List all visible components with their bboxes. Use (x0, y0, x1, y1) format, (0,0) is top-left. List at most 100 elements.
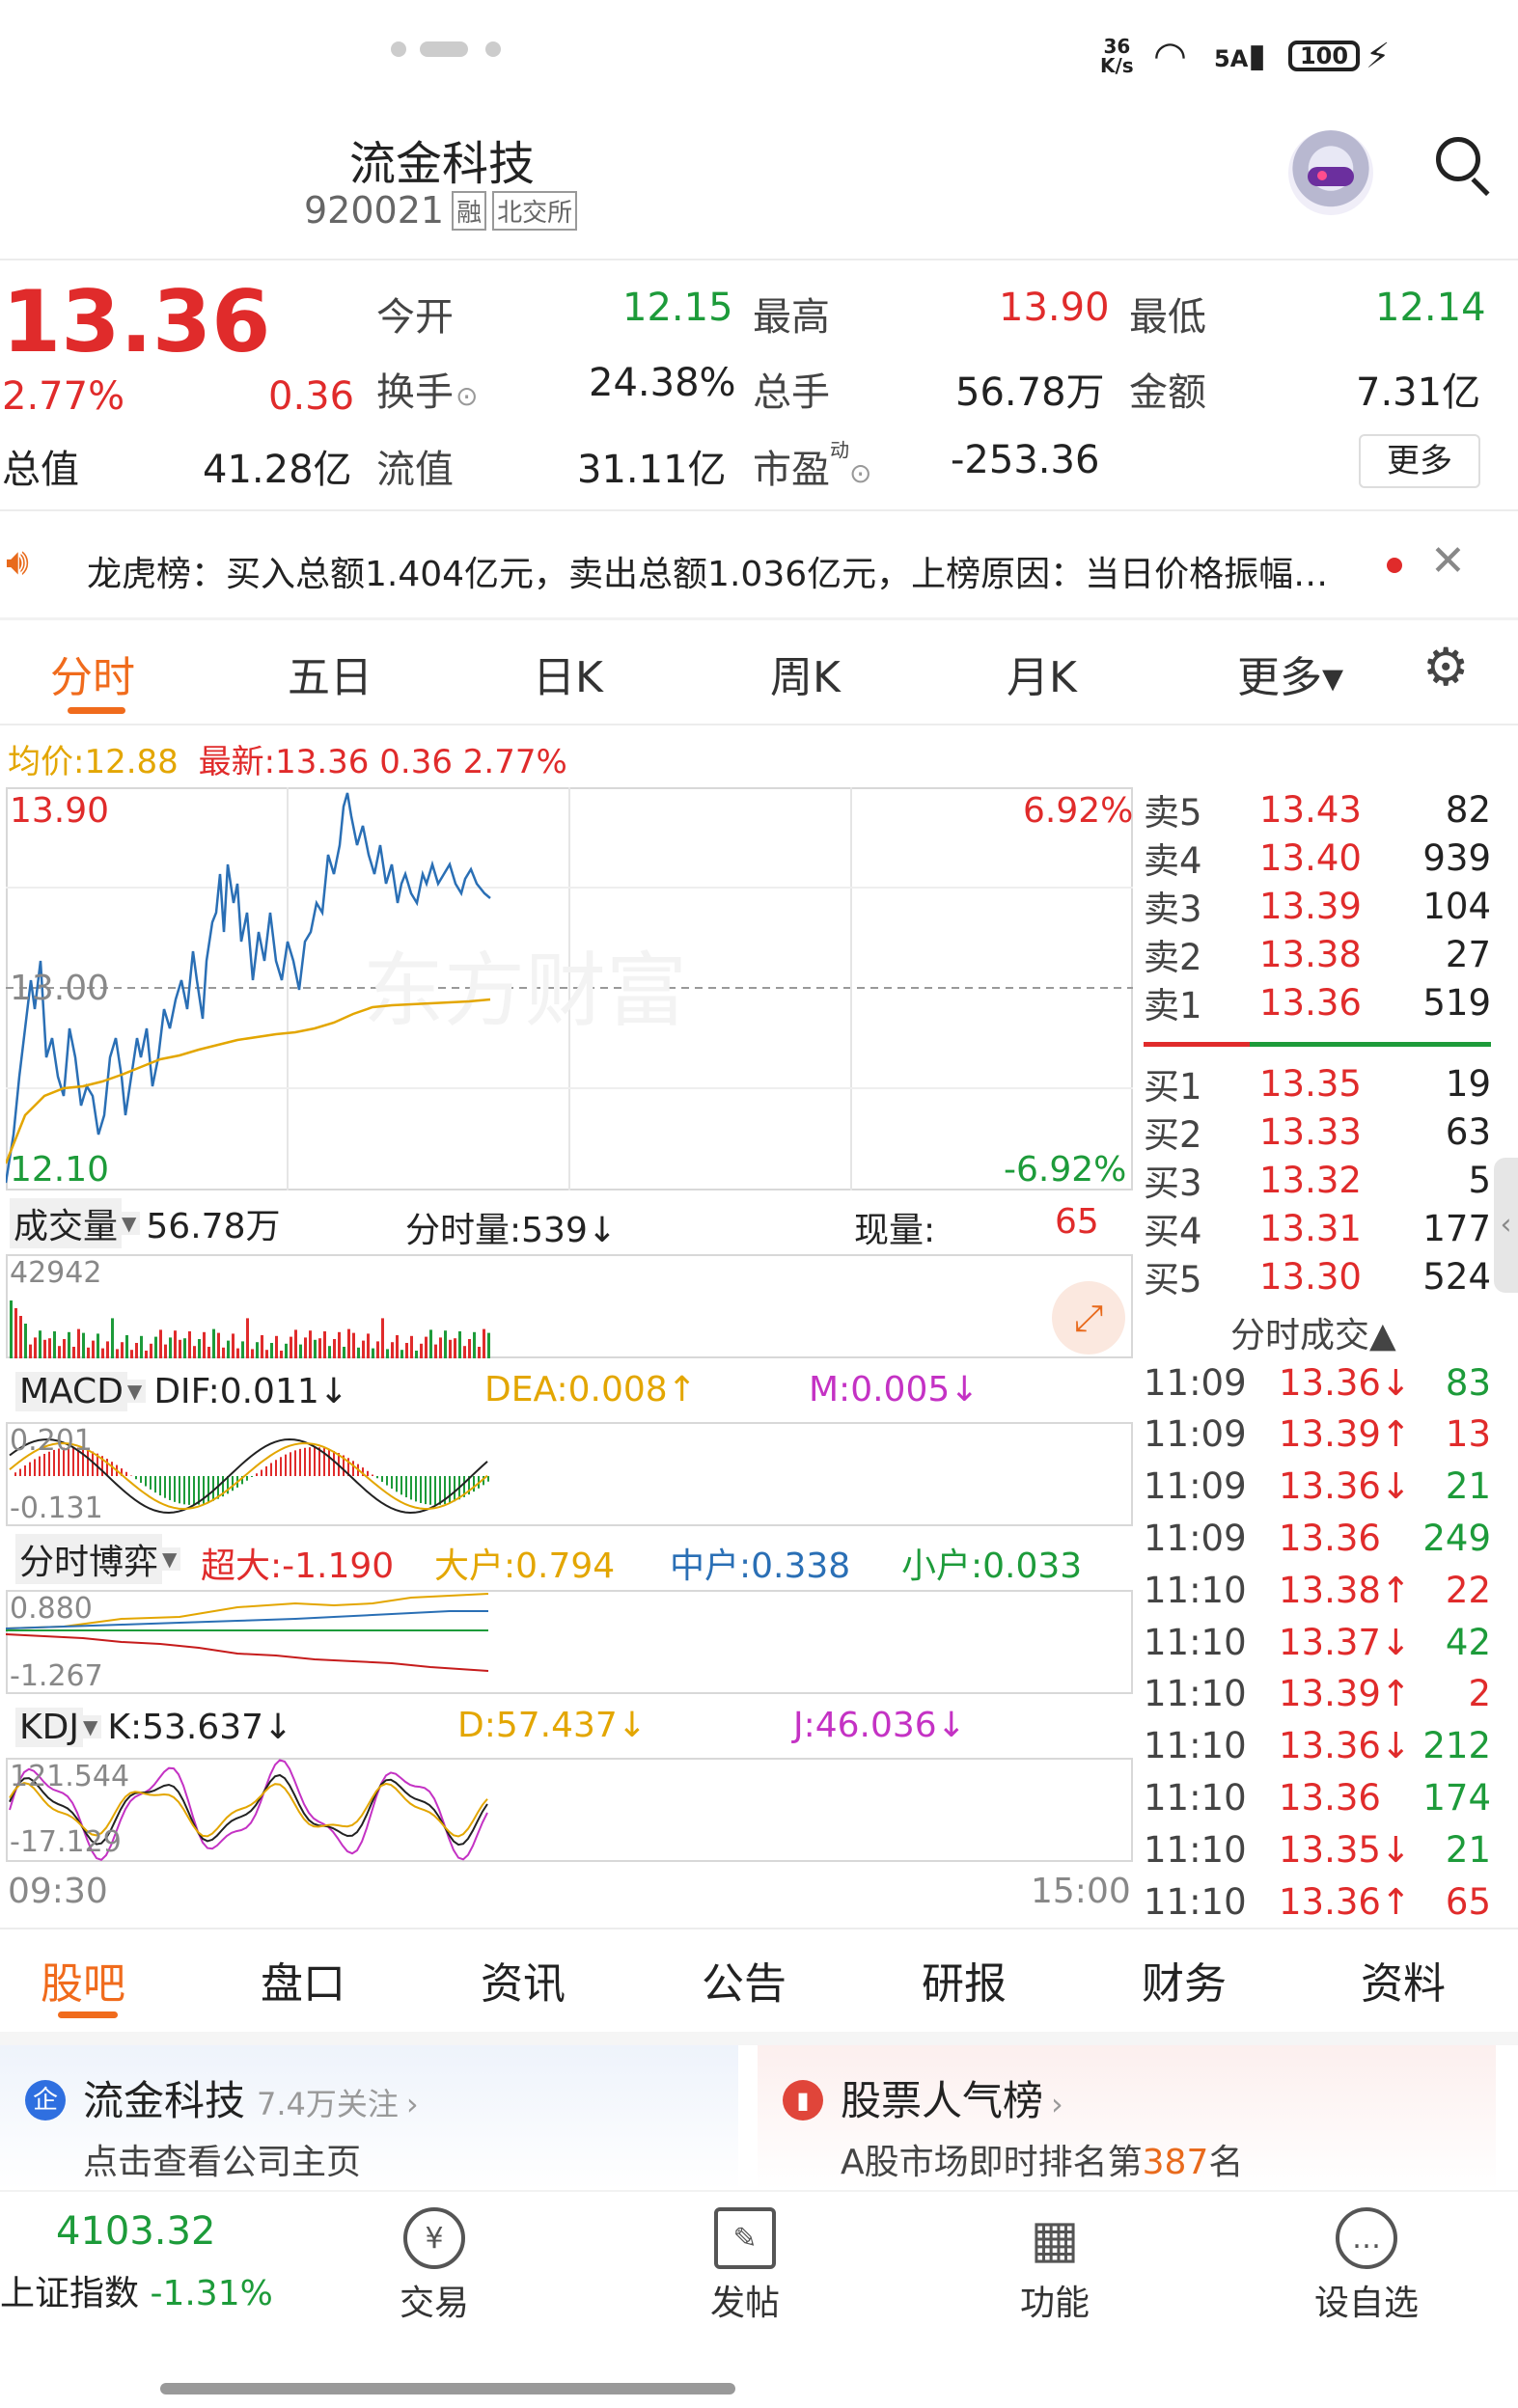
macd-bar (111, 1462, 113, 1476)
status-bar: 36 K/s ◠ 5A▮ 100 ⚡ (0, 0, 1518, 106)
bid-level-price: 13.33 (1259, 1110, 1362, 1153)
index-value[interactable]: 4103.32 (56, 2209, 215, 2254)
nav-trade[interactable]: ¥ 交易 (338, 2207, 531, 2325)
volume-bar (386, 1349, 389, 1358)
macd-bar (174, 1476, 176, 1502)
bid-level-row[interactable]: 买3 13.32 5 (1144, 1156, 1491, 1205)
volume-bar (405, 1343, 408, 1358)
now-volume-value: 65 (1055, 1202, 1099, 1242)
fund-flow-selector[interactable]: 分时博弈 ▼ (15, 1534, 181, 1584)
tab-weekly-k[interactable]: 周K (770, 643, 841, 704)
volume-bar (217, 1332, 220, 1358)
trades-list: 11:09 13.36↓ 83 11:09 13.39↑ 13 11:09 13.36↓ 21 1… (1144, 1356, 1491, 1926)
tab-daily-k[interactable]: 日K (533, 643, 603, 704)
macd-selector[interactable]: MACD ▼ DIF:0.011↓ (15, 1370, 348, 1412)
open-value: 12.15 (622, 286, 733, 330)
side-collapse-handle[interactable]: ‹ (1494, 1158, 1518, 1293)
ask-level-row[interactable]: 卖1 13.36 519 (1144, 978, 1491, 1027)
trade-row: 11:10 13.36↑ 65 (1144, 1875, 1491, 1928)
tab-news[interactable]: 资讯 (481, 1949, 566, 2011)
nav-post[interactable]: ✎ 发帖 (649, 2207, 842, 2325)
bid-level-row[interactable]: 买1 13.35 19 (1144, 1059, 1491, 1108)
tab-profile[interactable]: 资料 (1361, 1949, 1446, 2011)
volume-bar (410, 1335, 413, 1358)
ask-level-row[interactable]: 卖5 13.43 82 (1144, 785, 1491, 835)
volume-bar (77, 1328, 80, 1358)
notice-text[interactable]: 龙虎榜：买入总额1.404亿元，卖出总额1.036亿元，上榜原因：当日价格振幅… (87, 546, 1328, 596)
flow-top-label: 0.880 (10, 1592, 93, 1626)
info-icon[interactable]: ⊙ (849, 457, 871, 489)
volume-bar (381, 1318, 384, 1358)
ask-level-row[interactable]: 卖4 13.40 939 (1144, 834, 1491, 883)
volume-bar (396, 1335, 399, 1358)
kdj-selector[interactable]: KDJ ▼ K:53.637↓ (15, 1706, 292, 1748)
settings-icon[interactable]: ⚙ (1422, 637, 1469, 698)
volume-selector[interactable]: 成交量 ▼ 56.78万 (10, 1198, 280, 1248)
margin-badge: 融 (452, 190, 487, 231)
close-icon[interactable]: ✕ (1430, 536, 1466, 586)
ask-level-volume: 27 (1445, 933, 1491, 975)
volume-bar (236, 1348, 239, 1358)
bid-level-row[interactable]: 买5 13.30 524 (1144, 1252, 1491, 1301)
order-book-divider (1144, 1042, 1491, 1047)
tab-monthly-k[interactable]: 月K (1007, 643, 1077, 704)
flow-super: 超大:-1.190 (201, 1546, 395, 1586)
volume-bar (449, 1339, 452, 1358)
volume-bar (68, 1331, 70, 1358)
kdj-top-label: 121.544 (10, 1760, 130, 1793)
macd-bar (275, 1460, 277, 1476)
ask-level-row[interactable]: 卖2 13.38 27 (1144, 930, 1491, 979)
tab-intraday[interactable]: 分时 (50, 643, 135, 704)
info-icon[interactable]: ⊙ (455, 380, 478, 412)
expand-icon[interactable]: ⤢ (1052, 1281, 1125, 1354)
ask-level-row[interactable]: 卖3 13.39 104 (1144, 882, 1491, 931)
tab-finance[interactable]: 财务 (1142, 1949, 1227, 2011)
order-book[interactable]: 卖5 13.43 82 卖4 13.40 939 卖3 13.39 104 卖2 13.38 27 卖1… (1144, 785, 1491, 1301)
tab-more[interactable]: 更多▾ (1237, 643, 1343, 704)
macd-bar (400, 1476, 402, 1495)
pe-label[interactable]: 市盈动⊙ (753, 426, 871, 492)
bid-level-row[interactable]: 买2 13.33 63 (1144, 1108, 1491, 1157)
volume-bar (468, 1339, 471, 1358)
volume-bar (376, 1341, 379, 1358)
tab-announcements[interactable]: 公告 (702, 1949, 787, 2011)
tab-pankou[interactable]: 盘口 (261, 1949, 345, 2011)
yen-icon: ¥ (403, 2207, 465, 2269)
volume-bar (285, 1343, 288, 1358)
macd-bar (420, 1476, 422, 1503)
macd-bar (169, 1476, 171, 1500)
volume-bar (347, 1328, 350, 1358)
turnover-label[interactable]: 换手⊙ (376, 361, 478, 417)
tab-five-day[interactable]: 五日 (288, 643, 373, 704)
more-button[interactable]: 更多 (1359, 434, 1480, 488)
macd-bar (396, 1476, 398, 1492)
index-line[interactable]: 上证指数 -1.31% (0, 2265, 273, 2315)
nav-functions[interactable]: ▦ 功能 (958, 2207, 1151, 2325)
tab-research[interactable]: 研报 (922, 1949, 1007, 2011)
volume-bar (420, 1343, 423, 1358)
macd-bar (179, 1476, 180, 1504)
trade-price: 13.36↓ (1279, 1361, 1411, 1404)
macd-bar (333, 1450, 335, 1476)
ask-level-label: 卖1 (1144, 985, 1202, 1026)
trade-time: 11:10 (1144, 1880, 1247, 1923)
popularity-card[interactable]: ▮ 股票人气榜 › A股市场即时排名第387名 (758, 2045, 1496, 2190)
ask-level-label: 卖2 (1144, 937, 1202, 978)
nav-add-watchlist[interactable]: … 设自选 (1270, 2207, 1463, 2325)
trade-time: 11:09 (1144, 1413, 1247, 1456)
search-icon[interactable] (1436, 137, 1492, 197)
avatar[interactable] (1288, 130, 1373, 215)
tab-guba[interactable]: 股吧 (41, 1949, 125, 2011)
bid-level-row[interactable]: 买4 13.31 177 (1144, 1204, 1491, 1253)
trades-title[interactable]: 分时成交▲ (1230, 1307, 1396, 1357)
volume-bar (372, 1348, 374, 1358)
volume-bar (304, 1337, 307, 1358)
company-card[interactable]: 企 流金科技 7.4万关注 › 点击查看公司主页 (0, 2045, 738, 2190)
volume-bar (111, 1318, 114, 1358)
trade-price: 13.35↓ (1279, 1828, 1411, 1871)
volume-bar (116, 1349, 119, 1358)
volume-bar (154, 1336, 157, 1358)
stock-code-line: 920021 融 北交所 (304, 188, 578, 233)
bid-level-price: 13.30 (1259, 1255, 1362, 1298)
ask-level-label: 卖3 (1144, 889, 1202, 930)
